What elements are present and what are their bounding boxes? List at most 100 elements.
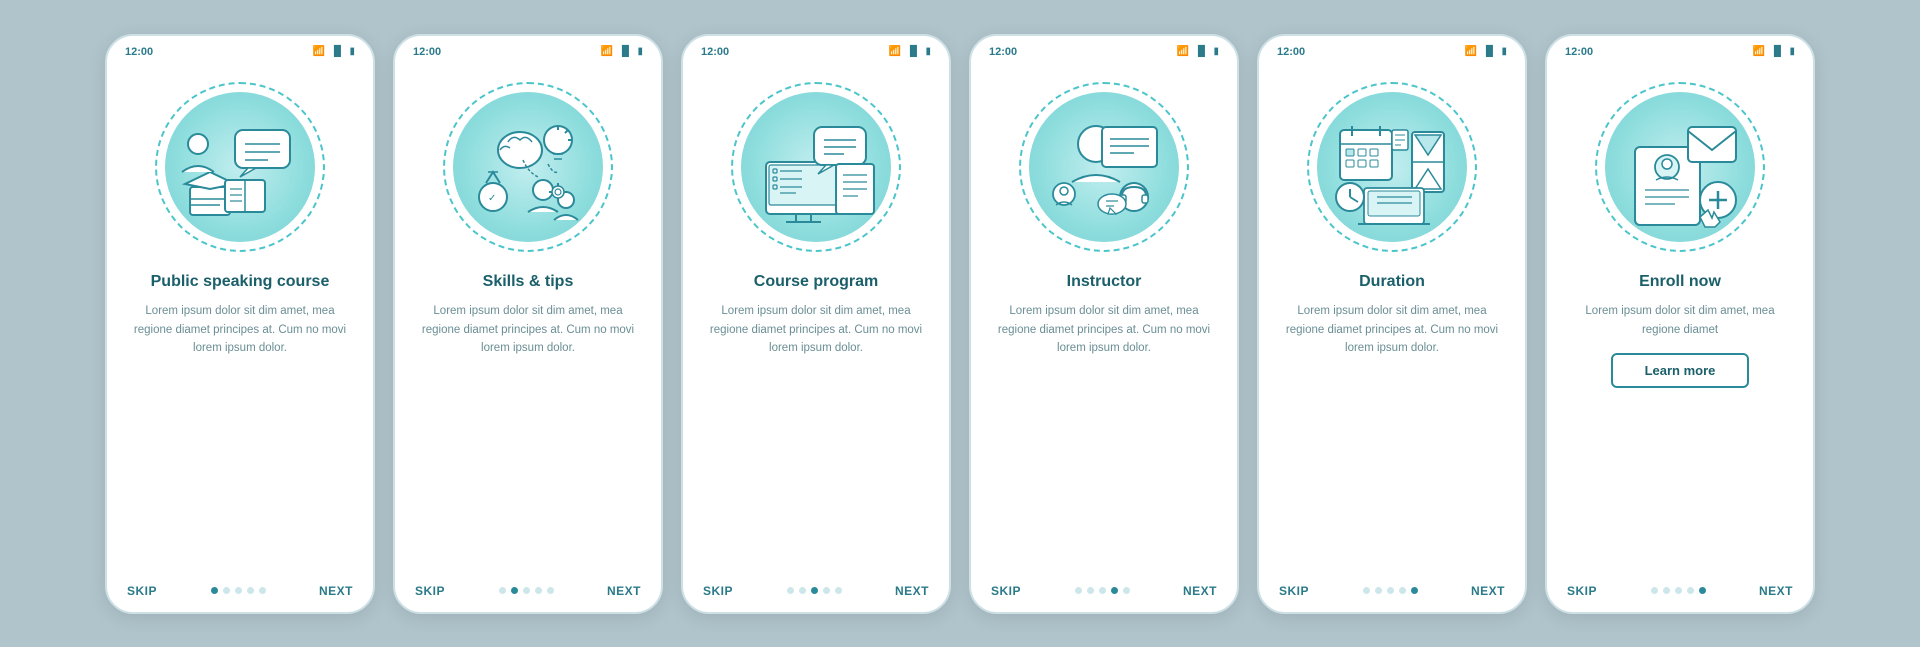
pagination-dots-3 [787, 587, 842, 594]
dot-6-0 [1651, 587, 1658, 594]
speaking-icon [160, 92, 320, 252]
signal-icon: ▐▌ [618, 46, 632, 57]
dot-5-0 [1363, 587, 1370, 594]
dot-3-0 [787, 587, 794, 594]
dot-5-4 [1411, 587, 1418, 594]
next-button-4[interactable]: NEXT [1183, 584, 1217, 598]
battery-icon: ▮ [637, 46, 643, 57]
phone-content-5: Duration Lorem ipsum dolor sit dim amet,… [1259, 272, 1525, 572]
battery-icon: ▮ [1789, 46, 1795, 57]
wifi-icon: 📶 [601, 46, 613, 57]
phone-footer-4: SKIP NEXT [971, 572, 1237, 612]
svg-text:✓: ✓ [488, 193, 496, 204]
status-bar-4: 12:00 📶 ▐▌ ▮ [971, 36, 1237, 62]
phone-body-4: Lorem ipsum dolor sit dim amet, mea regi… [991, 302, 1217, 357]
next-button-5[interactable]: NEXT [1471, 584, 1505, 598]
skip-button-6[interactable]: SKIP [1567, 584, 1597, 598]
next-button-6[interactable]: NEXT [1759, 584, 1793, 598]
dot-4-3 [1111, 587, 1118, 594]
dot-4-1 [1087, 587, 1094, 594]
illustration-1 [145, 62, 335, 272]
status-bar-6: 12:00 📶 ▐▌ ▮ [1547, 36, 1813, 62]
signal-icon: ▐▌ [906, 46, 920, 57]
dot-2-2 [523, 587, 530, 594]
phone-5: 12:00 📶 ▐▌ ▮ [1257, 34, 1527, 614]
phone-title-3: Course program [754, 272, 878, 293]
status-icons-1: 📶 ▐▌ ▮ [313, 46, 355, 57]
phone-1: 12:00 📶 ▐▌ ▮ [105, 34, 375, 614]
phone-footer-5: SKIP NEXT [1259, 572, 1525, 612]
phone-content-1: Public speaking course Lorem ipsum dolor… [107, 272, 373, 572]
phone-title-2: Skills & tips [483, 272, 574, 293]
skip-button-5[interactable]: SKIP [1279, 584, 1309, 598]
phone-content-2: Skills & tips Lorem ipsum dolor sit dim … [395, 272, 661, 572]
phone-body-3: Lorem ipsum dolor sit dim amet, mea regi… [703, 302, 929, 357]
pagination-dots-6 [1651, 587, 1706, 594]
status-time-4: 12:00 [989, 46, 1017, 58]
illustration-4 [1009, 62, 1199, 272]
next-button-2[interactable]: NEXT [607, 584, 641, 598]
phone-3: 12:00 📶 ▐▌ ▮ [681, 34, 951, 614]
status-time-5: 12:00 [1277, 46, 1305, 58]
status-icons-4: 📶 ▐▌ ▮ [1177, 46, 1219, 57]
dot-2-3 [535, 587, 542, 594]
dot-6-1 [1663, 587, 1670, 594]
status-time-2: 12:00 [413, 46, 441, 58]
pagination-dots-4 [1075, 587, 1130, 594]
dot-1-3 [247, 587, 254, 594]
status-time-6: 12:00 [1565, 46, 1593, 58]
dot-3-3 [823, 587, 830, 594]
dot-6-3 [1687, 587, 1694, 594]
phone-2: 12:00 📶 ▐▌ ▮ [393, 34, 663, 614]
phone-footer-2: SKIP NEXT [395, 572, 661, 612]
illustration-3 [721, 62, 911, 272]
wifi-icon: 📶 [889, 46, 901, 57]
phone-title-4: Instructor [1067, 272, 1142, 293]
next-button-1[interactable]: NEXT [319, 584, 353, 598]
phone-body-6: Lorem ipsum dolor sit dim amet, mea regi… [1567, 302, 1793, 339]
phone-title-1: Public speaking course [151, 272, 330, 293]
status-icons-2: 📶 ▐▌ ▮ [601, 46, 643, 57]
dot-6-4 [1699, 587, 1706, 594]
dot-2-1 [511, 587, 518, 594]
signal-icon: ▐▌ [1770, 46, 1784, 57]
status-time-3: 12:00 [701, 46, 729, 58]
skip-button-3[interactable]: SKIP [703, 584, 733, 598]
signal-icon: ▐▌ [1482, 46, 1496, 57]
dot-5-2 [1387, 587, 1394, 594]
learn-more-button[interactable]: Learn more [1611, 353, 1750, 388]
next-button-3[interactable]: NEXT [895, 584, 929, 598]
dot-6-2 [1675, 587, 1682, 594]
dot-5-3 [1399, 587, 1406, 594]
wifi-icon: 📶 [313, 46, 325, 57]
battery-icon: ▮ [1213, 46, 1219, 57]
illustration-2: ✓ [433, 62, 623, 272]
dot-3-1 [799, 587, 806, 594]
phone-6: 12:00 📶 ▐▌ ▮ [1545, 34, 1815, 614]
dot-4-2 [1099, 587, 1106, 594]
skip-button-1[interactable]: SKIP [127, 584, 157, 598]
phone-content-3: Course program Lorem ipsum dolor sit dim… [683, 272, 949, 572]
dot-3-2 [811, 587, 818, 594]
dot-1-4 [259, 587, 266, 594]
pagination-dots-2 [499, 587, 554, 594]
illustration-6 [1585, 62, 1775, 272]
dot-3-4 [835, 587, 842, 594]
status-time-1: 12:00 [125, 46, 153, 58]
status-icons-3: 📶 ▐▌ ▮ [889, 46, 931, 57]
phone-4: 12:00 📶 ▐▌ ▮ [969, 34, 1239, 614]
skills-icon: ✓ [448, 92, 608, 252]
phone-body-2: Lorem ipsum dolor sit dim amet, mea regi… [415, 302, 641, 357]
phone-title-6: Enroll now [1639, 272, 1721, 293]
skip-button-2[interactable]: SKIP [415, 584, 445, 598]
status-bar-5: 12:00 📶 ▐▌ ▮ [1259, 36, 1525, 62]
pagination-dots-5 [1363, 587, 1418, 594]
battery-icon: ▮ [1501, 46, 1507, 57]
phone-footer-3: SKIP NEXT [683, 572, 949, 612]
status-bar-2: 12:00 📶 ▐▌ ▮ [395, 36, 661, 62]
program-icon [736, 92, 896, 252]
skip-button-4[interactable]: SKIP [991, 584, 1021, 598]
dot-2-4 [547, 587, 554, 594]
dot-1-2 [235, 587, 242, 594]
dot-1-0 [211, 587, 218, 594]
